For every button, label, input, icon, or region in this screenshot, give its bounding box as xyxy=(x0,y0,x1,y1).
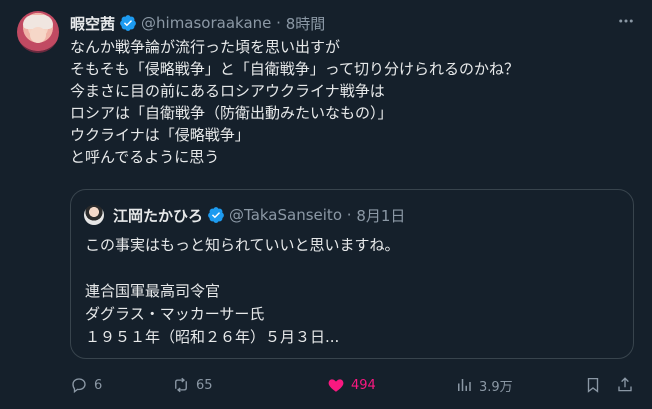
retweet-count: 65 xyxy=(196,377,213,393)
quoted-tweet-date: 8月1日 xyxy=(356,206,406,225)
views-count: 3.9万 xyxy=(479,379,513,395)
bookmark-button[interactable] xyxy=(584,376,602,394)
like-count: 494 xyxy=(351,377,376,393)
retweet-icon xyxy=(175,377,187,393)
verified-badge-icon xyxy=(207,206,225,224)
separator-dot: · xyxy=(271,14,286,32)
author-name[interactable]: 暇空茜 xyxy=(70,13,115,34)
verified-badge-icon xyxy=(119,14,137,32)
reply-count: 6 xyxy=(94,377,103,393)
bookmark-icon xyxy=(587,377,599,393)
heart-icon xyxy=(328,379,344,392)
like-button[interactable]: 494 xyxy=(327,376,376,394)
quoted-author-avatar xyxy=(84,205,104,225)
quoted-tweet-text: この事実はもっと知られていいと思いますね。 連合国軍最高司令官 ダグラス・マッカ… xyxy=(85,236,400,346)
views-button[interactable]: 3.9万 xyxy=(455,376,513,395)
more-options-icon[interactable] xyxy=(616,12,636,32)
quoted-author-handle: @TakaSanseito xyxy=(229,206,342,224)
author-handle[interactable]: @himasoraakane xyxy=(141,14,271,32)
tweet-header: 暇空茜 @himasoraakane · 8時間 xyxy=(70,11,325,35)
share-button[interactable] xyxy=(616,376,634,394)
reply-button[interactable]: 6 xyxy=(70,376,102,394)
share-icon xyxy=(618,377,632,392)
tweet-text: なんか戦争論が流行った頃を思い出すが そもそも「侵略戦争」と「自衛戦争」って切り… xyxy=(70,38,519,166)
avatar-face xyxy=(30,27,46,43)
tweet-actions: 6 65 494 3.9万 xyxy=(70,372,636,398)
tweet-time[interactable]: 8時間 xyxy=(286,13,326,34)
author-avatar[interactable] xyxy=(17,11,59,53)
reply-icon xyxy=(72,378,86,394)
quoted-tweet[interactable]: 江岡たかひろ @TakaSanseito · 8月1日 この事実はもっと知られて… xyxy=(70,189,634,359)
quoted-author-name: 江岡たかひろ xyxy=(113,206,204,225)
retweet-button[interactable]: 65 xyxy=(172,376,213,394)
separator-dot: · xyxy=(342,206,357,224)
analytics-icon xyxy=(458,379,471,391)
quoted-tweet-header: 江岡たかひろ @TakaSanseito · 8月1日 xyxy=(113,203,405,227)
